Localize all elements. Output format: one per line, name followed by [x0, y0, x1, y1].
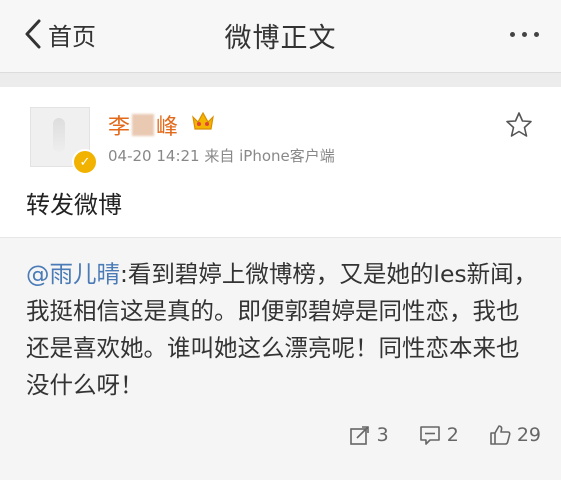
comment-count: 2: [446, 424, 459, 446]
post-text: 转发微博: [26, 191, 122, 219]
like-count: 29: [516, 424, 541, 446]
weibo-post: ✓ 李 峰 04-20 14:21 来自 iPhone客户端 转发微博 @雨儿晴…: [0, 87, 561, 480]
post-source: 来自 iPhone客户端: [204, 147, 335, 165]
section-gap: [0, 73, 561, 87]
username-last: 峰: [156, 115, 179, 140]
more-options-icon[interactable]: [510, 32, 539, 37]
nav-bar: 首页 微博正文: [0, 0, 561, 73]
repost-author[interactable]: @雨儿晴: [26, 260, 120, 288]
username-blur: [132, 114, 155, 136]
repost-count: 3: [376, 424, 389, 446]
repost-button[interactable]: 3: [349, 424, 389, 446]
crown-icon: [192, 111, 214, 130]
comment-icon: [419, 426, 440, 445]
verified-badge-icon: ✓: [72, 149, 98, 175]
like-button[interactable]: 29: [489, 424, 541, 446]
thumbs-up-icon: [490, 425, 511, 445]
username-first: 李: [108, 115, 131, 140]
repost-content: @雨儿晴:看到碧婷上微博榜，又是她的les新闻，我挺相信这是真的。即便郭碧婷是同…: [26, 256, 541, 404]
repost-icon: [349, 426, 369, 445]
post-meta: 04-20 14:21 来自 iPhone客户端: [108, 145, 335, 166]
post-time: 04-20 14:21: [108, 147, 200, 165]
favorite-star-icon[interactable]: [505, 111, 533, 139]
comment-button[interactable]: 2: [419, 424, 459, 446]
repost-box[interactable]: @雨儿晴:看到碧婷上微博榜，又是她的les新闻，我挺相信这是真的。即便郭碧婷是同…: [0, 237, 561, 480]
action-bar: 3 2 29: [349, 424, 541, 446]
page-title: 微博正文: [224, 23, 337, 54]
username[interactable]: 李 峰: [108, 109, 178, 141]
